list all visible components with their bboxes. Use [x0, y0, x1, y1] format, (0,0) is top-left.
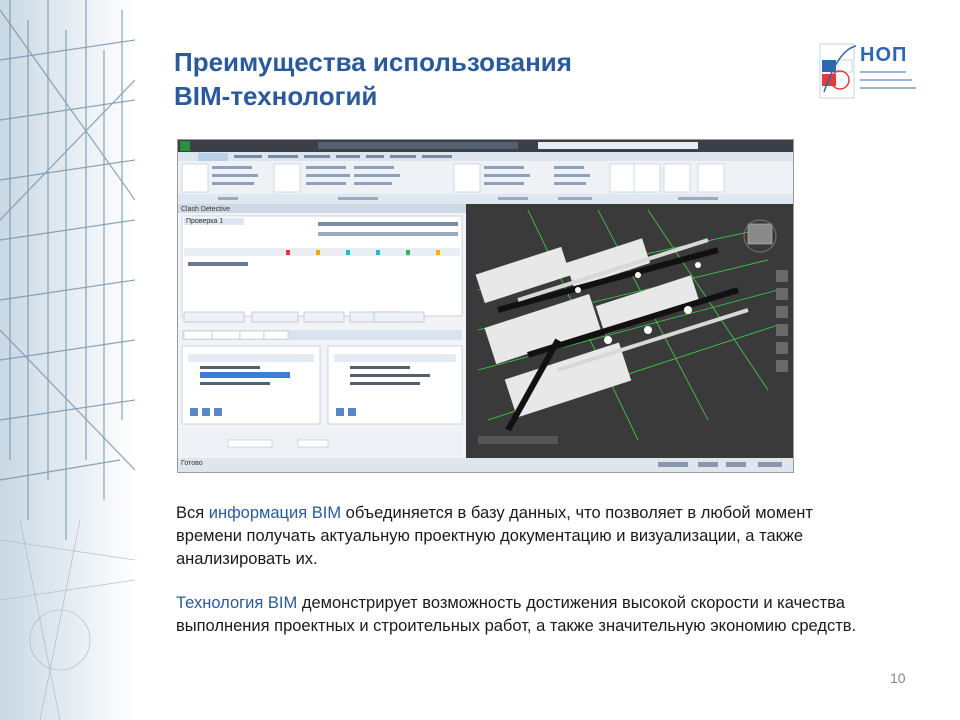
page-number: 10: [890, 670, 906, 686]
paragraph-1: Вся информация BIM объединяется в базу д…: [176, 502, 866, 571]
navisworks-screenshot: Clash Detective Проверка 1 Готово: [177, 139, 794, 473]
logo-text: НОП: [860, 44, 908, 66]
logo-subtitle: [860, 68, 920, 99]
clash-panel-title: Clash Detective: [181, 206, 231, 213]
logo-subtitle-lettering: [860, 71, 916, 89]
screenshot-illustration: [178, 140, 793, 472]
slide-title-line2: BIM-технологий: [174, 81, 378, 111]
decorative-building-wireframe: [0, 0, 135, 720]
slide-title-line1: Преимущества использования: [174, 47, 572, 77]
nop-logo-mark-icon: [819, 43, 857, 99]
status-bar-text: Готово: [181, 460, 203, 467]
nop-logo: НОП: [818, 40, 918, 102]
paragraph-1-highlight: информация BIM: [208, 504, 342, 522]
paragraph-2: Технология BIM демонстрирует возможность…: [176, 592, 866, 638]
paragraph-2-highlight: Технология BIM: [176, 594, 298, 612]
clash-test-label: Проверка 1: [186, 218, 224, 225]
slide-title: Преимущества использования BIM-технологи…: [174, 45, 734, 113]
paragraph-1-start: Вся: [176, 504, 209, 522]
